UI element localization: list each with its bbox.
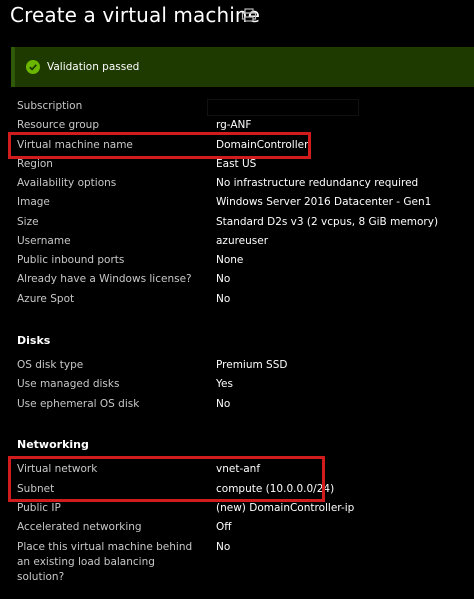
row-label: OS disk type [17,359,84,371]
row-ephemeral-disk: Use ephemeral OS disk No [17,395,467,414]
row-value: Standard D2s v3 (2 vcpus, 8 GiB memory) [216,216,439,228]
row-os-disk-type: OS disk type Premium SSD [17,356,467,375]
validation-banner: Validation passed [11,47,474,87]
row-label: Accelerated networking [17,521,142,533]
row-label: Subscription [17,100,83,112]
row-label: Use ephemeral OS disk [17,398,140,410]
page-title: Create a virtual machine [10,3,261,27]
vm-name-highlight [8,132,311,159]
row-value: No [216,398,231,410]
row-label: Use managed disks [17,378,120,390]
row-value: azureuser [216,235,269,247]
row-value: Windows Server 2016 Datacenter - Gen1 [216,196,432,208]
row-label: Size [17,216,39,228]
row-username: Username azureuser [17,232,467,251]
row-label: Azure Spot [17,293,75,305]
row-azure-spot: Azure Spot No [17,290,467,309]
row-label: Username [17,235,71,247]
row-availability: Availability options No infrastructure r… [17,174,467,193]
networking-heading: Networking [17,438,89,451]
row-label: Availability options [17,177,117,189]
row-label: Place this virtual machine behind an exi… [17,541,193,583]
validation-text: Validation passed [47,61,140,73]
row-value: Off [216,521,232,533]
row-managed-disks: Use managed disks Yes [17,375,467,394]
check-circle-icon [26,60,40,74]
row-value: No infrastructure redundancy required [216,177,419,189]
row-value: Yes [216,378,233,390]
row-value: No [216,273,231,285]
row-value: None [216,254,244,266]
row-value: Premium SSD [216,359,288,371]
row-accelerated-networking: Accelerated networking Off [17,518,467,537]
row-windows-license: Already have a Windows license? No [17,270,467,289]
row-value: No [216,541,231,553]
row-image: Image Windows Server 2016 Datacenter - G… [17,193,467,212]
print-icon[interactable] [241,8,257,22]
row-load-balancing: Place this virtual machine behind an exi… [17,540,467,583]
row-label: Image [17,196,50,208]
row-label: Public inbound ports [17,254,125,266]
row-inbound-ports: Public inbound ports None [17,251,467,270]
disks-heading: Disks [17,334,51,347]
row-value: No [216,293,231,305]
row-label: Already have a Windows license? [17,273,192,285]
network-highlight [8,456,325,502]
row-size: Size Standard D2s v3 (2 vcpus, 8 GiB mem… [17,213,467,232]
redacted-value [207,99,359,116]
